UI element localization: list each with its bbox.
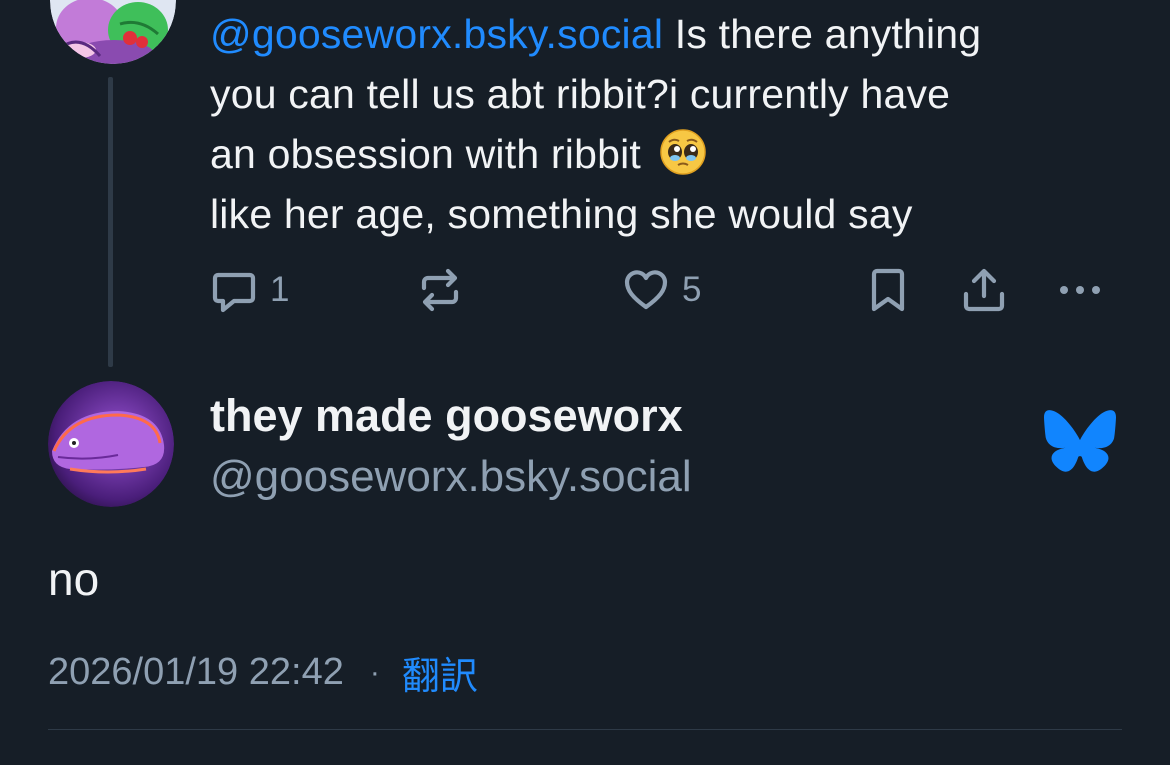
reply-icon [212, 272, 256, 313]
divider [48, 729, 1122, 730]
parent-post-actions: 1 5 [210, 262, 1110, 318]
pleading-face-icon [659, 129, 706, 175]
thread-connector-line [108, 77, 113, 367]
parent-avatar-image [50, 0, 176, 64]
author-avatar[interactable] [48, 381, 174, 507]
post-meta-row: 2026/01/19 22:42 · 翻訳 [48, 645, 478, 700]
bluesky-butterfly-icon[interactable] [1044, 410, 1116, 476]
reply-count: 1 [270, 270, 290, 309]
post-timestamp: 2026/01/19 22:42 [48, 651, 344, 693]
author-avatar-image [48, 381, 174, 507]
heart-icon [624, 270, 668, 310]
parent-text-line4: like her age, something she would say [210, 191, 913, 237]
parent-text-line2: you can tell us abt ribbit?i currently h… [210, 71, 951, 117]
like-count: 5 [682, 270, 702, 309]
parent-text-line1: Is there anything [663, 11, 982, 57]
share-icon [963, 268, 1005, 312]
more-dots-icon [1060, 286, 1100, 294]
meta-separator: · [369, 655, 380, 689]
reply-button[interactable]: 1 [210, 262, 289, 318]
mention-link[interactable]: @gooseworx.bsky.social [210, 11, 663, 57]
bookmark-button[interactable] [864, 262, 912, 318]
translate-link[interactable]: 翻訳 [402, 645, 478, 700]
parent-text-line3: an obsession with ribbit [210, 131, 641, 177]
repost-icon [421, 268, 459, 312]
parent-author-avatar[interactable] [50, 0, 176, 64]
parent-post-text: @gooseworx.bsky.social Is there anything… [210, 4, 1130, 244]
repost-button[interactable] [416, 262, 476, 318]
post-thread-view: @gooseworx.bsky.social Is there anything… [0, 0, 1170, 765]
author-handle[interactable]: @gooseworx.bsky.social [210, 452, 692, 502]
author-display-name[interactable]: they made gooseworx [210, 390, 683, 442]
bookmark-icon [871, 268, 905, 312]
share-button[interactable] [960, 262, 1008, 318]
like-button[interactable]: 5 [622, 262, 701, 318]
more-options-button[interactable] [1056, 262, 1104, 318]
post-body-text: no [48, 553, 100, 605]
